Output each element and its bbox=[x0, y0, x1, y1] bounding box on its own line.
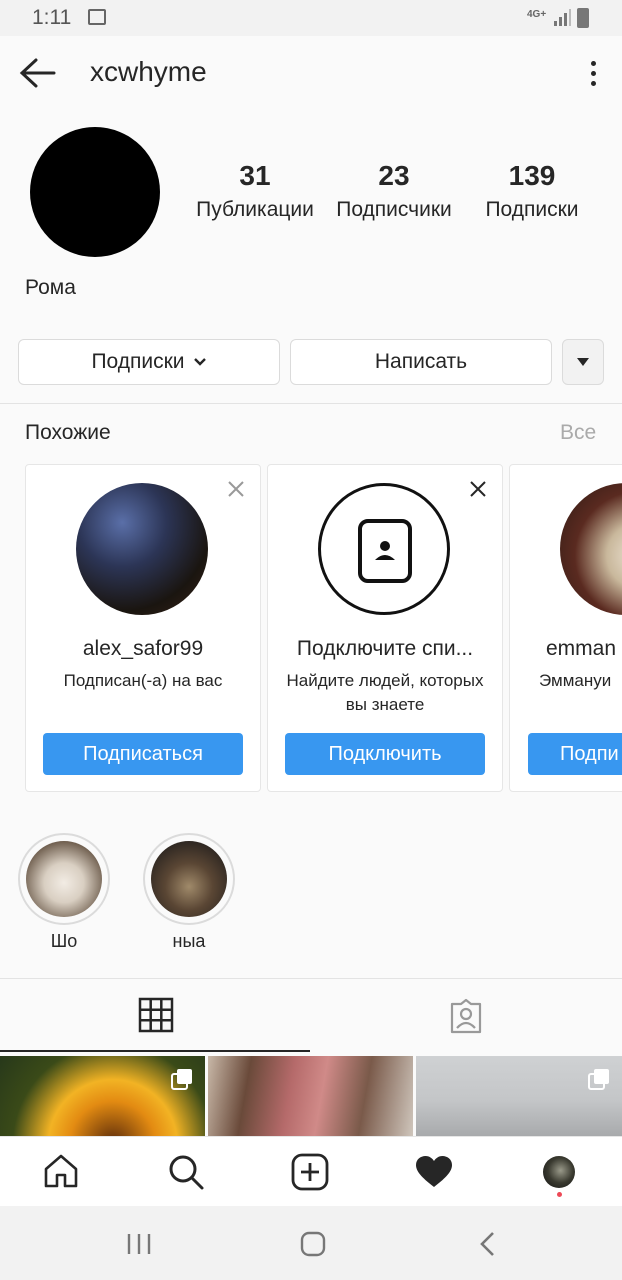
follow-button[interactable]: Подписаться bbox=[43, 733, 243, 775]
network-type-label: 4G+ bbox=[527, 9, 547, 20]
following-button-label: Подписки bbox=[91, 350, 185, 373]
post-thumbnail[interactable] bbox=[208, 1056, 413, 1136]
stat-following[interactable]: 139 Подписки bbox=[457, 160, 607, 222]
new-post-icon[interactable] bbox=[291, 1153, 329, 1191]
suggested-user-avatar[interactable] bbox=[76, 483, 208, 615]
battery-icon bbox=[577, 8, 589, 28]
tagged-photos-icon[interactable] bbox=[448, 998, 484, 1034]
stat-following-label: Подписки bbox=[485, 198, 579, 221]
divider bbox=[0, 978, 622, 979]
message-button[interactable]: Написать bbox=[290, 339, 552, 385]
suggested-subtitle: Эммануи bbox=[539, 671, 612, 690]
activity-heart-icon[interactable] bbox=[415, 1155, 453, 1189]
highlight-cover bbox=[18, 833, 110, 925]
back-arrow-icon[interactable] bbox=[16, 56, 56, 90]
post-thumbnail[interactable] bbox=[0, 1056, 205, 1136]
contacts-icon bbox=[318, 483, 450, 615]
suggested-user-avatar[interactable] bbox=[560, 483, 622, 615]
story-highlight[interactable]: Шо bbox=[18, 833, 110, 952]
close-icon[interactable] bbox=[468, 479, 488, 499]
stat-posts-label: Публикации bbox=[196, 198, 314, 221]
home-button-icon[interactable] bbox=[300, 1231, 326, 1257]
bottom-navigation bbox=[0, 1136, 622, 1207]
highlight-label: ныа bbox=[172, 931, 206, 951]
following-button[interactable]: Подписки bbox=[18, 339, 280, 385]
stat-posts-count: 31 bbox=[239, 160, 271, 191]
story-highlight[interactable]: ныа bbox=[143, 833, 235, 952]
connect-contacts-subtitle: Найдите людей, которых вы знаете bbox=[286, 671, 484, 714]
gallery-notification-icon bbox=[88, 9, 106, 25]
profile-avatar[interactable] bbox=[30, 127, 160, 257]
see-all-link[interactable]: Все bbox=[560, 421, 596, 445]
profile-full-name: Рома bbox=[25, 276, 76, 299]
system-navigation-bar bbox=[0, 1206, 622, 1280]
stat-following-count: 139 bbox=[508, 160, 556, 191]
back-button-icon[interactable] bbox=[478, 1231, 498, 1257]
caret-down-icon bbox=[577, 358, 589, 366]
notification-dot bbox=[557, 1192, 562, 1197]
profile-tab-avatar[interactable] bbox=[543, 1156, 575, 1188]
highlight-cover bbox=[143, 833, 235, 925]
search-icon[interactable] bbox=[167, 1153, 205, 1191]
similar-accounts-title: Похожие bbox=[25, 421, 111, 444]
suggested-subtitle: Подписан(-а) на вас bbox=[63, 671, 223, 690]
profile-header: xcwhyme bbox=[0, 36, 622, 110]
active-tab-indicator bbox=[0, 1050, 310, 1052]
divider bbox=[0, 403, 622, 404]
header-username: xcwhyme bbox=[90, 56, 207, 87]
suggestion-card: emman Эммануи Подпи bbox=[509, 464, 622, 792]
suggestion-card: Подключите спи... Найдите людей, которых… bbox=[267, 464, 503, 792]
dismiss-icon[interactable] bbox=[226, 479, 246, 499]
carousel-icon bbox=[171, 1069, 192, 1090]
post-thumbnail[interactable] bbox=[416, 1056, 622, 1136]
stat-followers-label: Подписчики bbox=[336, 198, 452, 221]
message-button-label: Написать bbox=[374, 350, 468, 373]
carousel-icon bbox=[588, 1069, 609, 1090]
follow-button[interactable]: Подпи bbox=[528, 733, 622, 775]
highlight-label: Шо bbox=[50, 931, 78, 951]
status-time: 1:11 bbox=[32, 6, 72, 29]
status-bar: 1:11 4G+ bbox=[0, 0, 622, 36]
chevron-down-icon bbox=[193, 358, 206, 366]
signal-icon bbox=[554, 9, 571, 26]
home-icon[interactable] bbox=[43, 1153, 79, 1189]
suggested-username[interactable]: emman bbox=[546, 637, 622, 661]
grid-view-icon[interactable] bbox=[138, 997, 174, 1033]
connect-contacts-title: Подключите спи... bbox=[296, 637, 474, 660]
suggested-username[interactable]: alex_safor99 bbox=[26, 637, 260, 661]
stat-followers[interactable]: 23 Подписчики bbox=[319, 160, 469, 222]
suggestions-toggle-button[interactable] bbox=[562, 339, 604, 385]
stat-posts[interactable]: 31 Публикации bbox=[180, 160, 330, 222]
connect-button[interactable]: Подключить bbox=[285, 733, 485, 775]
more-options-icon[interactable] bbox=[583, 58, 603, 90]
stat-followers-count: 23 bbox=[378, 160, 410, 191]
recent-apps-icon[interactable] bbox=[126, 1233, 152, 1255]
suggestion-card: alex_safor99 Подписан(-а) на вас Подписа… bbox=[25, 464, 261, 792]
